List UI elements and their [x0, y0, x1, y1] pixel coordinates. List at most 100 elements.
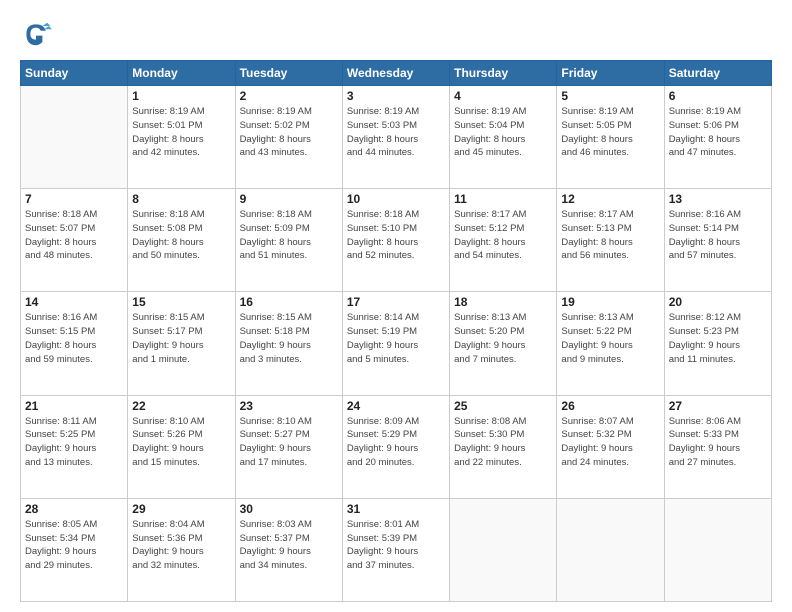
- calendar-cell: 12 Sunrise: 8:17 AM Sunset: 5:13 PM Dayli…: [557, 189, 664, 292]
- day-info: Sunrise: 8:03 AM Sunset: 5:37 PM Dayligh…: [240, 518, 338, 573]
- day-number: 31: [347, 502, 445, 516]
- calendar-cell: 31 Sunrise: 8:01 AM Sunset: 5:39 PM Dayli…: [342, 498, 449, 601]
- calendar-cell: 5 Sunrise: 8:19 AM Sunset: 5:05 PM Daylig…: [557, 86, 664, 189]
- calendar-cell: [664, 498, 771, 601]
- day-number: 13: [669, 192, 767, 206]
- calendar-cell: 29 Sunrise: 8:04 AM Sunset: 5:36 PM Dayli…: [128, 498, 235, 601]
- calendar-week-row: 1 Sunrise: 8:19 AM Sunset: 5:01 PM Daylig…: [21, 86, 772, 189]
- day-info: Sunrise: 8:04 AM Sunset: 5:36 PM Dayligh…: [132, 518, 230, 573]
- day-info: Sunrise: 8:18 AM Sunset: 5:09 PM Dayligh…: [240, 208, 338, 263]
- day-info: Sunrise: 8:07 AM Sunset: 5:32 PM Dayligh…: [561, 415, 659, 470]
- calendar-cell: [557, 498, 664, 601]
- calendar-cell: 18 Sunrise: 8:13 AM Sunset: 5:20 PM Dayli…: [450, 292, 557, 395]
- day-number: 26: [561, 399, 659, 413]
- calendar-week-row: 21 Sunrise: 8:11 AM Sunset: 5:25 PM Dayli…: [21, 395, 772, 498]
- calendar-cell: 10 Sunrise: 8:18 AM Sunset: 5:10 PM Dayli…: [342, 189, 449, 292]
- day-info: Sunrise: 8:10 AM Sunset: 5:26 PM Dayligh…: [132, 415, 230, 470]
- day-info: Sunrise: 8:10 AM Sunset: 5:27 PM Dayligh…: [240, 415, 338, 470]
- calendar-cell: 11Sunrise: 8:17 AM Sunset: 5:12 PM Dayli…: [450, 189, 557, 292]
- day-info: Sunrise: 8:19 AM Sunset: 5:03 PM Dayligh…: [347, 105, 445, 160]
- calendar-week-row: 7Sunrise: 8:18 AM Sunset: 5:07 PM Daylig…: [21, 189, 772, 292]
- day-number: 8: [132, 192, 230, 206]
- calendar-cell: [450, 498, 557, 601]
- day-number: 14: [25, 295, 123, 309]
- day-number: 23: [240, 399, 338, 413]
- day-info: Sunrise: 8:15 AM Sunset: 5:18 PM Dayligh…: [240, 311, 338, 366]
- weekday-header-tuesday: Tuesday: [235, 61, 342, 86]
- day-info: Sunrise: 8:16 AM Sunset: 5:14 PM Dayligh…: [669, 208, 767, 263]
- weekday-header-wednesday: Wednesday: [342, 61, 449, 86]
- calendar-cell: 20Sunrise: 8:12 AM Sunset: 5:23 PM Dayli…: [664, 292, 771, 395]
- weekday-header-friday: Friday: [557, 61, 664, 86]
- day-number: 3: [347, 89, 445, 103]
- calendar-cell: 24 Sunrise: 8:09 AM Sunset: 5:29 PM Dayli…: [342, 395, 449, 498]
- day-number: 21: [25, 399, 123, 413]
- calendar-cell: 15 Sunrise: 8:15 AM Sunset: 5:17 PM Dayli…: [128, 292, 235, 395]
- calendar-cell: 21 Sunrise: 8:11 AM Sunset: 5:25 PM Dayli…: [21, 395, 128, 498]
- day-info: Sunrise: 8:18 AM Sunset: 5:10 PM Dayligh…: [347, 208, 445, 263]
- day-number: 25: [454, 399, 552, 413]
- day-info: Sunrise: 8:18 AM Sunset: 5:08 PM Dayligh…: [132, 208, 230, 263]
- day-number: 19: [561, 295, 659, 309]
- day-number: 9: [240, 192, 338, 206]
- day-info: Sunrise: 8:12 AM Sunset: 5:23 PM Dayligh…: [669, 311, 767, 366]
- weekday-header-saturday: Saturday: [664, 61, 771, 86]
- day-info: Sunrise: 8:19 AM Sunset: 5:05 PM Dayligh…: [561, 105, 659, 160]
- calendar-cell: 14Sunrise: 8:16 AM Sunset: 5:15 PM Dayli…: [21, 292, 128, 395]
- day-number: 10: [347, 192, 445, 206]
- weekday-header-monday: Monday: [128, 61, 235, 86]
- day-number: 5: [561, 89, 659, 103]
- day-info: Sunrise: 8:06 AM Sunset: 5:33 PM Dayligh…: [669, 415, 767, 470]
- day-number: 28: [25, 502, 123, 516]
- day-info: Sunrise: 8:17 AM Sunset: 5:12 PM Dayligh…: [454, 208, 552, 263]
- day-number: 29: [132, 502, 230, 516]
- weekday-header-sunday: Sunday: [21, 61, 128, 86]
- logo: [20, 18, 56, 50]
- day-number: 17: [347, 295, 445, 309]
- page: SundayMondayTuesdayWednesdayThursdayFrid…: [0, 0, 792, 612]
- calendar-cell: 27 Sunrise: 8:06 AM Sunset: 5:33 PM Dayli…: [664, 395, 771, 498]
- day-info: Sunrise: 8:19 AM Sunset: 5:02 PM Dayligh…: [240, 105, 338, 160]
- weekday-header-thursday: Thursday: [450, 61, 557, 86]
- day-number: 1: [132, 89, 230, 103]
- day-number: 30: [240, 502, 338, 516]
- day-info: Sunrise: 8:09 AM Sunset: 5:29 PM Dayligh…: [347, 415, 445, 470]
- day-info: Sunrise: 8:19 AM Sunset: 5:01 PM Dayligh…: [132, 105, 230, 160]
- calendar-cell: 17 Sunrise: 8:14 AM Sunset: 5:19 PM Dayli…: [342, 292, 449, 395]
- day-number: 12: [561, 192, 659, 206]
- day-number: 16: [240, 295, 338, 309]
- day-info: Sunrise: 8:19 AM Sunset: 5:04 PM Dayligh…: [454, 105, 552, 160]
- calendar-cell: 28Sunrise: 8:05 AM Sunset: 5:34 PM Dayli…: [21, 498, 128, 601]
- day-info: Sunrise: 8:19 AM Sunset: 5:06 PM Dayligh…: [669, 105, 767, 160]
- day-number: 22: [132, 399, 230, 413]
- day-number: 24: [347, 399, 445, 413]
- calendar-week-row: 28Sunrise: 8:05 AM Sunset: 5:34 PM Dayli…: [21, 498, 772, 601]
- calendar-table: SundayMondayTuesdayWednesdayThursdayFrid…: [20, 60, 772, 602]
- day-number: 4: [454, 89, 552, 103]
- calendar-cell: 19Sunrise: 8:13 AM Sunset: 5:22 PM Dayli…: [557, 292, 664, 395]
- day-info: Sunrise: 8:15 AM Sunset: 5:17 PM Dayligh…: [132, 311, 230, 366]
- calendar-cell: 25Sunrise: 8:08 AM Sunset: 5:30 PM Dayli…: [450, 395, 557, 498]
- calendar-cell: 3 Sunrise: 8:19 AM Sunset: 5:03 PM Daylig…: [342, 86, 449, 189]
- day-number: 18: [454, 295, 552, 309]
- calendar-cell: 30 Sunrise: 8:03 AM Sunset: 5:37 PM Dayli…: [235, 498, 342, 601]
- day-info: Sunrise: 8:13 AM Sunset: 5:20 PM Dayligh…: [454, 311, 552, 366]
- day-number: 15: [132, 295, 230, 309]
- calendar-cell: 6 Sunrise: 8:19 AM Sunset: 5:06 PM Daylig…: [664, 86, 771, 189]
- day-info: Sunrise: 8:11 AM Sunset: 5:25 PM Dayligh…: [25, 415, 123, 470]
- day-number: 2: [240, 89, 338, 103]
- day-info: Sunrise: 8:01 AM Sunset: 5:39 PM Dayligh…: [347, 518, 445, 573]
- calendar-cell: 16 Sunrise: 8:15 AM Sunset: 5:18 PM Dayli…: [235, 292, 342, 395]
- calendar-cell: 22 Sunrise: 8:10 AM Sunset: 5:26 PM Dayli…: [128, 395, 235, 498]
- day-number: 6: [669, 89, 767, 103]
- calendar-cell: 4 Sunrise: 8:19 AM Sunset: 5:04 PM Daylig…: [450, 86, 557, 189]
- calendar-cell: 7Sunrise: 8:18 AM Sunset: 5:07 PM Daylig…: [21, 189, 128, 292]
- day-info: Sunrise: 8:17 AM Sunset: 5:13 PM Dayligh…: [561, 208, 659, 263]
- calendar-cell: 9 Sunrise: 8:18 AM Sunset: 5:09 PM Daylig…: [235, 189, 342, 292]
- day-info: Sunrise: 8:14 AM Sunset: 5:19 PM Dayligh…: [347, 311, 445, 366]
- day-number: 7: [25, 192, 123, 206]
- calendar-cell: [21, 86, 128, 189]
- calendar-cell: 2 Sunrise: 8:19 AM Sunset: 5:02 PM Daylig…: [235, 86, 342, 189]
- weekday-header-row: SundayMondayTuesdayWednesdayThursdayFrid…: [21, 61, 772, 86]
- day-number: 27: [669, 399, 767, 413]
